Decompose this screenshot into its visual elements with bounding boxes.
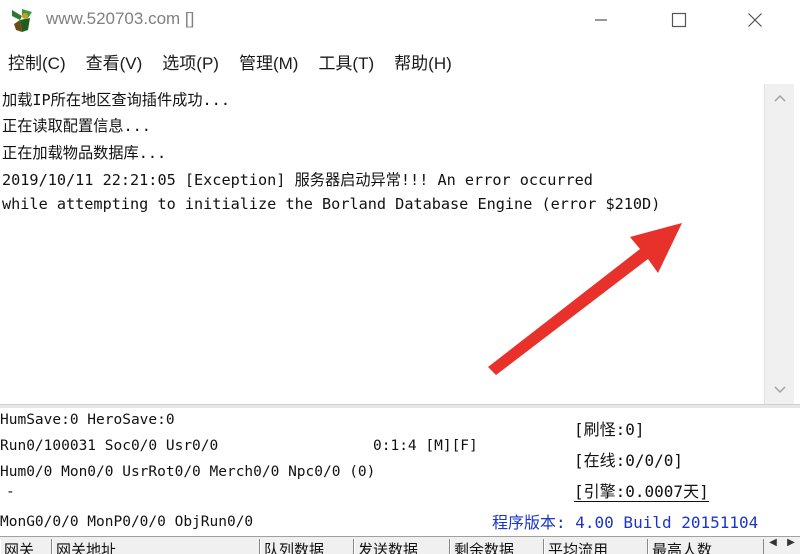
column-gateway-address[interactable]: 网关地址 [52, 539, 260, 554]
header-scroll-arrows[interactable]: ◀ ▶ [764, 537, 800, 554]
menu-manage[interactable]: 管理(M) [239, 49, 298, 74]
log-line: 正在读取配置信息... [2, 117, 151, 135]
column-remaining-data[interactable]: 剩余数据 [450, 539, 544, 554]
scroll-up-button[interactable] [765, 84, 795, 112]
menu-bar: 控制(C) 查看(V) 选项(P) 管理(M) 工具(T) 帮助(H) [0, 44, 800, 78]
minimize-button[interactable] [574, 0, 628, 40]
status-run: Run0/100031 Soc0/0 Usr0/0 [0, 438, 219, 454]
log-line: 正在加载物品数据库... [2, 144, 167, 162]
column-average-flow[interactable]: 平均流用 [544, 539, 648, 554]
scroll-down-button[interactable] [765, 376, 795, 404]
menu-options[interactable]: 选项(P) [162, 49, 219, 74]
column-max-users[interactable]: 最高人数 [648, 539, 764, 554]
window-title: www.520703.com [] [46, 9, 195, 28]
engine-stat: [引擎:0.0007天] [574, 478, 709, 502]
chevron-right-icon[interactable]: ▶ [787, 537, 795, 548]
gateway-table-header: 网关 网关地址 队列数据 发送数据 剩余数据 平均流用 最高人数 ◀ ▶ [0, 536, 800, 554]
log-line-error: 2019/10/11 22:21:05 [Exception] 服务器启动异常!… [2, 171, 593, 189]
log-line: 加载IP所在地区查询插件成功... [2, 91, 230, 109]
column-gateway[interactable]: 网关 [0, 539, 52, 554]
annotation-arrow-icon [488, 223, 682, 375]
chevron-up-icon [774, 94, 786, 102]
maximize-icon [671, 12, 687, 28]
chevron-down-icon [774, 386, 786, 394]
status-objects: Hum0/0 Mon0/0 UsrRot0/0 Merch0/0 Npc0/0 … [0, 464, 376, 480]
menu-help[interactable]: 帮助(H) [394, 49, 452, 74]
menu-control[interactable]: 控制(C) [8, 49, 66, 74]
close-button[interactable] [728, 0, 782, 40]
status-uptime: 0:1:4 [M][F] [373, 438, 478, 454]
menu-tools[interactable]: 工具(T) [318, 49, 374, 74]
close-icon [748, 13, 762, 27]
minimize-icon [595, 19, 607, 21]
status-dash: - [6, 484, 15, 500]
program-version: 程序版本: 4.00 Build 20151104 [492, 513, 759, 532]
status-save: HumSave:0 HeroSave:0 [0, 412, 175, 428]
menu-view[interactable]: 查看(V) [86, 49, 143, 74]
chevron-left-icon[interactable]: ◀ [769, 537, 777, 548]
engine-stat-value: [引擎:0.0007天] [574, 482, 709, 502]
online-stat: [在线:0/0/0] [574, 451, 684, 470]
refresh-monsters-stat: [刷怪:0] [574, 420, 645, 439]
log-scrollbar[interactable] [764, 84, 794, 404]
app-logo-icon [12, 9, 32, 32]
status-monsters: MonG0/0/0 MonP0/0/0 ObjRun0/0 [0, 514, 254, 530]
log-line-error: while attempting to initialize the Borla… [2, 195, 661, 213]
title-bar: www.520703.com [] [0, 0, 800, 40]
column-queue-data[interactable]: 队列数据 [260, 539, 354, 554]
column-sent-data[interactable]: 发送数据 [354, 539, 450, 554]
maximize-button[interactable] [652, 0, 706, 40]
status-panel: HumSave:0 HeroSave:0 Run0/100031 Soc0/0 … [0, 408, 800, 536]
